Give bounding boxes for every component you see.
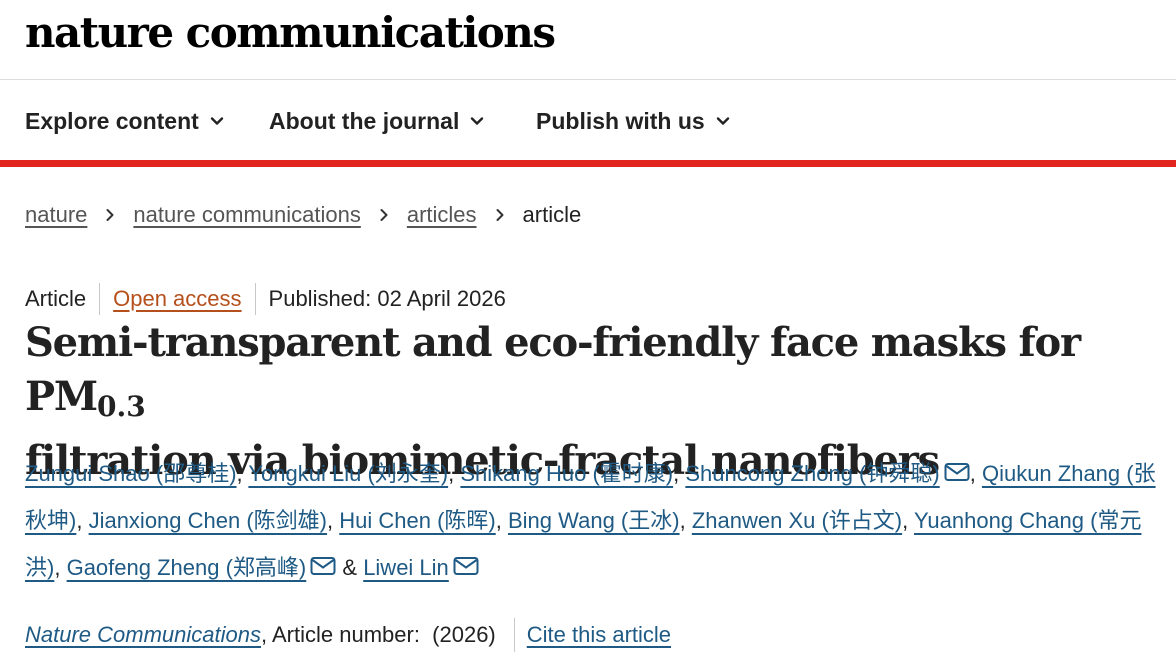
author-link[interactable]: Zhanwen Xu (许占文) xyxy=(692,508,902,533)
author-link[interactable]: Jianxiong Chen (陈剑雄) xyxy=(89,508,327,533)
author-link[interactable]: Shikang Huo (霍时康) xyxy=(460,461,673,486)
author-separator: , xyxy=(76,508,83,533)
author-separator: , xyxy=(54,555,61,580)
author-link[interactable]: Shuncong Zhong (钟舜聪) xyxy=(685,461,939,486)
author-link[interactable]: Zungui Shao (邵尊桂) xyxy=(25,461,237,486)
chevron-down-icon xyxy=(210,117,224,125)
author-separator: , xyxy=(902,508,909,533)
meta-divider xyxy=(99,283,101,315)
author-and: & xyxy=(342,555,358,580)
author-link[interactable]: Bing Wang (王冰) xyxy=(508,508,680,533)
breadcrumb-current: article xyxy=(522,202,582,227)
author-list: Zungui Shao (邵尊桂), Yongkui Liu (刘永奎), Sh… xyxy=(25,450,1165,591)
chevron-right-icon xyxy=(496,209,504,221)
site-header: nature communications xyxy=(0,0,1176,80)
main-nav: Explore content About the journal Publis… xyxy=(0,80,1176,160)
author-link[interactable]: Liwei Lin xyxy=(363,555,449,580)
nav-label: Publish with us xyxy=(536,107,705,134)
mail-icon[interactable] xyxy=(944,462,970,482)
citation-divider xyxy=(513,618,515,652)
author-separator: , xyxy=(679,508,686,533)
chevron-right-icon xyxy=(380,209,388,221)
chevron-down-icon xyxy=(471,117,484,125)
breadcrumb-link-nature-communications[interactable]: nature communications xyxy=(133,202,360,228)
published-date: Published: 02 April 2026 xyxy=(268,286,506,311)
title-main: Semi-transparent and eco-friendly face m… xyxy=(25,319,1081,420)
chevron-down-icon xyxy=(716,117,729,125)
citation-line: Nature Communications , Article number: … xyxy=(25,618,671,652)
nav-publish-with-us[interactable]: Publish with us xyxy=(536,106,731,136)
breadcrumb: nature nature communications articles ar… xyxy=(25,200,581,230)
breadcrumb-link-articles[interactable]: articles xyxy=(407,202,477,228)
author-separator: , xyxy=(327,508,334,533)
nav-label: Explore content xyxy=(25,107,199,134)
chevron-right-icon xyxy=(106,209,114,221)
mail-icon[interactable] xyxy=(453,556,479,576)
nav-explore-content[interactable]: Explore content xyxy=(25,106,225,136)
title-subscript: 0.3 xyxy=(96,390,146,423)
article-meta: Article Open access Published: 02 April … xyxy=(25,283,506,315)
author-separator: , xyxy=(448,461,455,486)
author-link[interactable]: Hui Chen (陈晖) xyxy=(339,508,495,533)
open-access-link[interactable]: Open access xyxy=(113,286,241,312)
author-link[interactable]: Yongkui Liu (刘永奎) xyxy=(248,461,448,486)
mail-icon[interactable] xyxy=(310,556,336,576)
author-separator: , xyxy=(236,461,243,486)
accent-bar xyxy=(0,160,1176,167)
journal-logo[interactable]: nature communications xyxy=(25,8,556,57)
article-number: , Article number: (2026) xyxy=(260,622,496,647)
author-separator: , xyxy=(495,508,502,533)
cite-this-article-link[interactable]: Cite this article xyxy=(527,622,671,648)
author-separator: , xyxy=(969,461,976,486)
journal-name-link[interactable]: Nature Communications xyxy=(25,622,261,648)
article-type: Article xyxy=(25,286,87,311)
nav-label: About the journal xyxy=(269,107,460,134)
nav-about-journal[interactable]: About the journal xyxy=(269,106,485,136)
author-separator: , xyxy=(673,461,680,486)
breadcrumb-link-nature[interactable]: nature xyxy=(25,202,87,228)
meta-divider xyxy=(254,283,256,315)
author-link[interactable]: Gaofeng Zheng (郑高峰) xyxy=(67,555,307,580)
